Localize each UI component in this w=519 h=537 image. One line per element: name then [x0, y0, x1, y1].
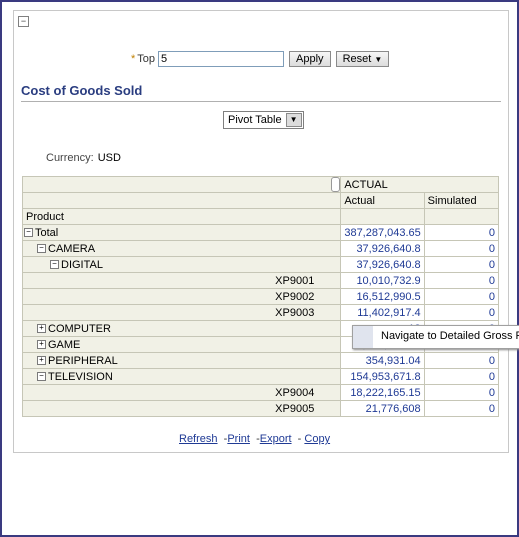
row-label-cell: XP9002 — [21, 288, 342, 305]
report-panel: − * Top Apply Reset ▼ Cost of Goods Sold… — [13, 10, 509, 453]
top-prompt: * Top Apply Reset ▼ — [131, 51, 390, 67]
top-input[interactable] — [158, 51, 285, 67]
expand-icon[interactable]: + — [37, 356, 46, 366]
table-row: XP9005 21,776,608 0 — [21, 400, 500, 417]
view-selector-value: Pivot Table — [228, 114, 282, 126]
pivot-table: ACTUAL Actual Simulated Product − Total 38… — [21, 176, 500, 417]
row-label: XP9005 — [275, 402, 315, 415]
row-label-cell: XP9005 — [21, 400, 342, 417]
reset-button[interactable]: Reset ▼ — [335, 51, 390, 67]
simulated-value-cell[interactable]: 0 — [423, 272, 500, 289]
title-divider — [21, 101, 501, 102]
row-label[interactable]: Total — [35, 227, 58, 239]
table-row: − DIGITAL 37,926,640.8 0 — [21, 256, 500, 273]
row-label-cell: + COMPUTER — [21, 320, 342, 337]
row-label-cell: + GAME — [21, 336, 342, 353]
row-label[interactable]: COMPUTER — [48, 323, 111, 335]
row-label-cell: + PERIPHERAL — [21, 352, 342, 369]
collapse-section-icon[interactable]: − — [18, 16, 29, 27]
simulated-value-cell[interactable]: 0 — [423, 400, 500, 417]
simulated-value-cell[interactable]: 0 — [423, 368, 500, 385]
actual-value-cell[interactable]: 11,402,917.4 — [340, 304, 425, 321]
actual-value-cell[interactable]: 154,953,671.8 — [340, 368, 425, 385]
row-label: XP9001 — [275, 274, 315, 287]
apply-button[interactable]: Apply — [289, 51, 331, 67]
table-row: XP9001 10,010,732.9 0 — [21, 272, 500, 289]
collapse-icon[interactable]: − — [24, 228, 33, 238]
row-label-cell: XP9001 — [21, 272, 342, 289]
row-label[interactable]: TELEVISION — [48, 371, 113, 383]
row-label-cell: XP9004 — [21, 384, 342, 401]
row-label[interactable]: DIGITAL — [61, 259, 103, 271]
row-label-cell: − CAMERA — [21, 240, 342, 257]
table-row: − CAMERA 37,926,640.8 0 — [21, 240, 500, 257]
header-blank — [340, 208, 425, 225]
top-label: Top — [137, 53, 156, 65]
actual-value-cell[interactable]: 21,776,608 — [340, 400, 425, 417]
collapse-icon[interactable]: − — [50, 260, 59, 270]
simulated-value-cell[interactable]: 0 — [423, 384, 500, 401]
row-label[interactable]: GAME — [48, 339, 80, 351]
row-header-product: Product — [21, 208, 342, 225]
corner-cell — [21, 176, 342, 193]
simulated-value-cell[interactable]: 0 — [423, 224, 500, 241]
header-blank — [423, 208, 500, 225]
copy-link[interactable]: Copy — [304, 433, 330, 445]
refresh-link[interactable]: Refresh — [179, 433, 218, 445]
table-row: + PERIPHERAL 354,931.04 0 — [21, 352, 500, 369]
row-label[interactable]: PERIPHERAL — [48, 355, 118, 367]
row-label-cell: − TELEVISION — [21, 368, 342, 385]
dropdown-arrow-icon[interactable]: ▼ — [285, 113, 302, 127]
column-resize-handle-icon[interactable] — [331, 177, 340, 192]
row-label[interactable]: CAMERA — [48, 243, 95, 255]
currency-label: Currency: — [46, 152, 94, 164]
menu-icon-gutter — [353, 326, 373, 348]
actual-value-cell[interactable]: 16,512,990.5 — [340, 288, 425, 305]
simulated-value-cell[interactable]: 0 — [423, 256, 500, 273]
page-title: Cost of Goods Sold — [21, 83, 143, 98]
print-link[interactable]: Print — [227, 433, 250, 445]
export-link[interactable]: Export — [260, 433, 292, 445]
column-header-simulated: Simulated — [423, 192, 500, 209]
required-marker: * — [131, 53, 136, 65]
row-label: XP9004 — [275, 386, 315, 399]
header-spacer — [21, 192, 342, 209]
currency-info: Currency: USD — [46, 152, 121, 164]
window-frame: − * Top Apply Reset ▼ Cost of Goods Sold… — [0, 0, 519, 537]
column-header-actual: Actual — [340, 192, 425, 209]
collapse-icon[interactable]: − — [37, 372, 46, 382]
simulated-value-cell[interactable]: 0 — [423, 240, 500, 257]
simulated-value-cell[interactable]: 0 — [423, 288, 500, 305]
row-label-cell: − DIGITAL — [21, 256, 342, 273]
actual-value-cell[interactable]: 387,287,043.65 — [340, 224, 425, 241]
simulated-value-cell[interactable]: 0 — [423, 304, 500, 321]
row-label-cell: − Total — [21, 224, 342, 241]
actual-value-cell[interactable]: 37,926,640.8 — [340, 240, 425, 257]
collapse-icon[interactable]: − — [37, 244, 46, 254]
expand-icon[interactable]: + — [37, 340, 46, 350]
actual-value-cell[interactable]: 10,010,732.9 — [340, 272, 425, 289]
simulated-value-cell[interactable]: 0 — [423, 352, 500, 369]
actual-value-cell[interactable]: 354,931.04 — [340, 352, 425, 369]
row-label: XP9003 — [275, 306, 315, 319]
expand-icon[interactable]: + — [37, 324, 46, 334]
table-row: XP9004 18,222,165.15 0 — [21, 384, 500, 401]
report-links: Refresh -Print -Export - Copy — [179, 433, 331, 445]
table-row: − Total 387,287,043.65 0 — [21, 224, 500, 241]
measure-group-header: ACTUAL — [340, 176, 499, 193]
actual-value-cell[interactable]: 18,222,165.15 — [340, 384, 425, 401]
reset-label: Reset — [342, 53, 372, 65]
actual-value-cell[interactable]: 37,926,640.8 — [340, 256, 425, 273]
navigate-menu-item[interactable]: Navigate to Detailed Gross P — [381, 330, 519, 342]
context-menu[interactable]: Navigate to Detailed Gross P — [352, 325, 519, 349]
row-label-cell: XP9003 — [21, 304, 342, 321]
chevron-down-icon: ▼ — [374, 55, 383, 64]
view-selector[interactable]: Pivot Table ▼ — [223, 111, 304, 129]
row-label: XP9002 — [275, 290, 315, 303]
table-row: XP9002 16,512,990.5 0 — [21, 288, 500, 305]
currency-value: USD — [97, 152, 121, 164]
table-row: XP9003 11,402,917.4 0 — [21, 304, 500, 321]
table-row: − TELEVISION 154,953,671.8 0 — [21, 368, 500, 385]
